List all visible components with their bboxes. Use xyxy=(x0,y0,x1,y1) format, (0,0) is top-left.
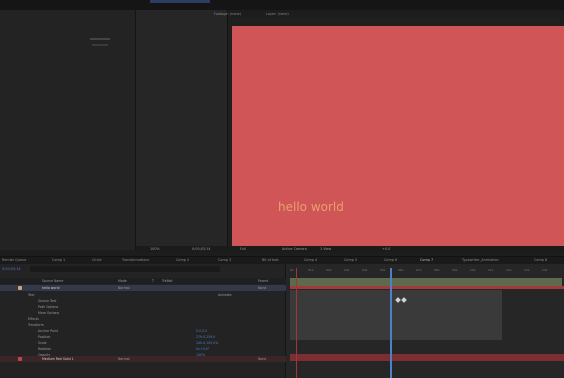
property-name: Path Options xyxy=(38,305,59,309)
property-name: Anchor Point xyxy=(38,329,59,333)
col-t[interactable]: T xyxy=(152,279,154,283)
project-panel[interactable] xyxy=(0,10,136,250)
layer-name[interactable]: hello world xyxy=(42,286,60,290)
viewer-toolbar: 100% 0;00;03;14 Full Active Camera 1 Vie… xyxy=(136,246,564,252)
ruler-tick-label: 09s xyxy=(452,268,458,272)
ruler-tick-label: 11s xyxy=(488,268,494,272)
property-name: Scale xyxy=(38,341,47,345)
timeline-tab-bar: Render Queue Comp 1 Circle Transformatio… xyxy=(0,256,564,264)
column-header-row: Source Name Mode T TrkMat Parent xyxy=(0,278,286,284)
panel-thumbnail-line xyxy=(90,38,110,40)
ruler-tick-label: 08s xyxy=(434,268,440,272)
ruler-tick-label: 14s xyxy=(542,268,548,272)
property-name: Transform xyxy=(28,323,44,327)
layer-duration-bar[interactable] xyxy=(290,286,564,289)
solid-layer-track[interactable] xyxy=(290,354,564,361)
col-mode[interactable]: Mode xyxy=(118,279,127,283)
layer-search-input[interactable] xyxy=(30,266,220,272)
ruler-tick-label: 03s xyxy=(344,268,350,272)
ruler-tick-label: 0s xyxy=(290,268,294,272)
layer-parent[interactable]: None xyxy=(258,286,266,290)
property-name: Effects xyxy=(28,317,39,321)
property-name: Source Text xyxy=(38,299,57,303)
text-layer-icon xyxy=(18,286,22,290)
ruler-tick-label: 07s xyxy=(416,268,422,272)
property-name: More Options xyxy=(38,311,60,315)
work-area-bar[interactable] xyxy=(290,278,562,286)
property-name: Position xyxy=(38,335,51,339)
current-time-display[interactable]: 0;00;03;14 xyxy=(2,267,21,271)
property-value[interactable]: 100.0,100.0% xyxy=(196,341,218,345)
ruler-tick-label: 06s xyxy=(398,268,404,272)
ruler-tick-label: 01s xyxy=(308,268,314,272)
ruler-tick-label: 04s xyxy=(362,268,368,272)
property-value[interactable]: 279.0,259.0 xyxy=(196,335,215,339)
camera-select[interactable]: Active Camera xyxy=(282,247,307,251)
layer-name[interactable]: Medium Red Solid 1 xyxy=(42,357,74,361)
property-value[interactable]: 0.0,0.0 xyxy=(196,329,207,333)
solid-layer-icon xyxy=(18,357,22,361)
active-workspace-indicator xyxy=(150,0,210,3)
tab-footage[interactable]: Footage: (none) xyxy=(214,12,241,16)
ruler-tick-label: 10s xyxy=(470,268,476,272)
layer-row[interactable]: hello world Normal None xyxy=(0,285,286,291)
exposure-value[interactable]: +0.0 xyxy=(382,247,390,251)
tab-layer[interactable]: Layer: (none) xyxy=(266,12,289,16)
ruler-tick-label: 12s xyxy=(506,268,512,272)
animate-label[interactable]: Animate: xyxy=(218,293,232,297)
ruler-tick-label: 05s xyxy=(380,268,386,272)
ruler-tick-label: 13s xyxy=(524,268,530,272)
layer-mode[interactable]: Normal xyxy=(118,286,130,290)
canvas-text-layer[interactable]: hello world xyxy=(278,200,344,214)
current-time-indicator[interactable] xyxy=(390,268,392,378)
views-select[interactable]: 1 View xyxy=(320,247,331,251)
resolution-select[interactable]: Full xyxy=(240,247,246,251)
in-point-marker xyxy=(296,268,297,378)
effects-panel[interactable] xyxy=(136,10,228,250)
timecode-display[interactable]: 0;00;03;14 xyxy=(192,247,211,251)
property-name: Text xyxy=(28,293,35,297)
col-parent[interactable]: Parent xyxy=(258,279,268,283)
timeline-layer-panel[interactable]: 0;00;03;14 Source Name Mode T TrkMat Par… xyxy=(0,264,286,378)
ruler-tick-label: 02s xyxy=(326,268,332,272)
col-source-name[interactable]: Source Name xyxy=(42,279,63,283)
col-trkmat[interactable]: TrkMat xyxy=(162,279,173,283)
property-name: Rotation xyxy=(38,347,52,351)
panel-thumbnail-line xyxy=(92,44,108,46)
zoom-select[interactable]: 100% xyxy=(150,247,160,251)
layer-parent[interactable]: None xyxy=(258,357,266,361)
property-value[interactable]: 0x+0.0° xyxy=(196,347,209,351)
app-title-bar xyxy=(0,0,564,10)
layer-row[interactable]: Medium Red Solid 1 Normal None xyxy=(0,356,286,362)
layer-mode[interactable]: Normal xyxy=(118,357,130,361)
